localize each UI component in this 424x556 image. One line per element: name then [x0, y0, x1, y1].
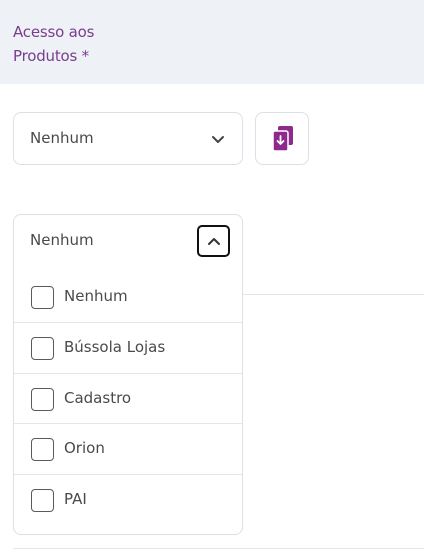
checkbox[interactable] [31, 337, 54, 360]
option-label: Bússola Lojas [64, 338, 166, 356]
option-label: Nenhum [64, 287, 128, 305]
option-cadastro[interactable]: Cadastro [14, 373, 242, 423]
access-products-select[interactable]: Nenhum [13, 112, 243, 165]
chevron-down-icon [212, 136, 224, 143]
option-label: Cadastro [64, 389, 132, 407]
option-orion[interactable]: Orion [14, 423, 242, 473]
option-label: PAI [64, 490, 87, 508]
collapse-dropdown-button[interactable] [197, 225, 230, 257]
checkbox[interactable] [31, 286, 54, 309]
option-bussola-lojas[interactable]: Bússola Lojas [14, 322, 242, 372]
background-divider [243, 294, 424, 295]
option-label: Orion [64, 439, 105, 457]
dropdown-value: Nenhum [30, 231, 94, 249]
chevron-up-icon [208, 238, 220, 245]
select-value: Nenhum [30, 129, 94, 147]
copy-document-button[interactable] [255, 112, 309, 165]
document-download-icon [272, 126, 293, 152]
dropdown-header[interactable]: Nenhum [14, 215, 242, 270]
checkbox[interactable] [31, 388, 54, 411]
header-band: Acesso aos Produtos * [0, 0, 424, 84]
access-products-dropdown[interactable]: Nenhum Nenhum Bússola Lojas Cadastro Ori… [13, 214, 243, 535]
checkbox[interactable] [31, 489, 54, 512]
background-divider [13, 548, 424, 549]
field-label: Acesso aos Produtos * [13, 23, 95, 65]
option-nenhum[interactable]: Nenhum [14, 272, 242, 322]
checkbox[interactable] [31, 438, 54, 461]
option-pai[interactable]: PAI [14, 474, 242, 524]
